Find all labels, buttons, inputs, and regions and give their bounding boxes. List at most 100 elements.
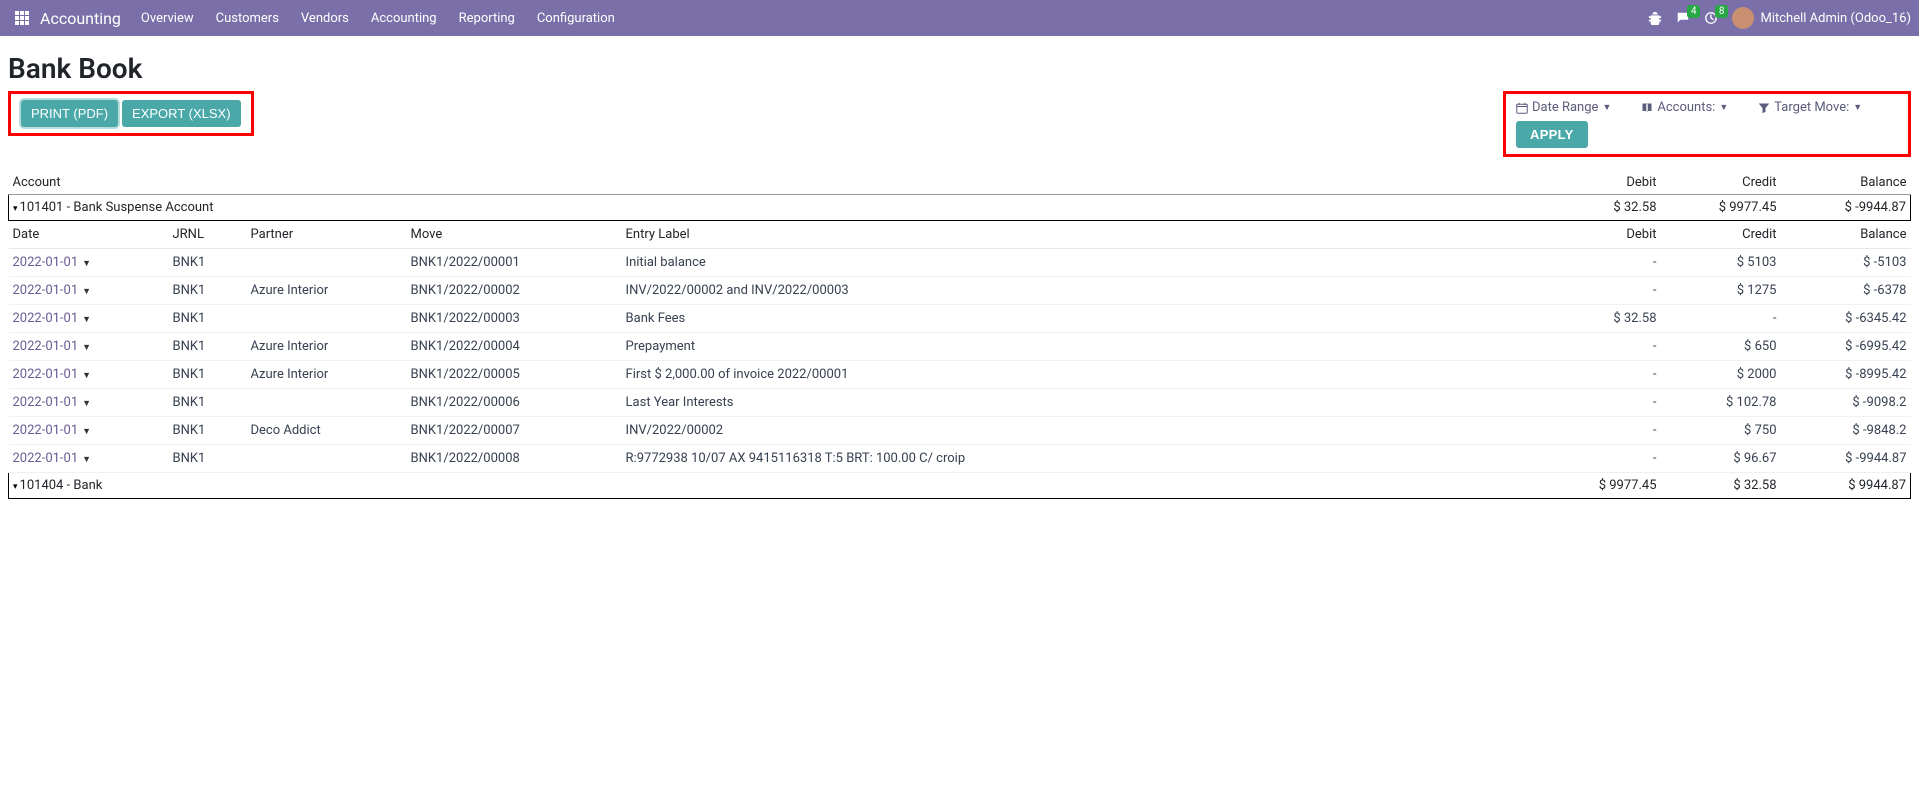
date-link[interactable]: 2022-01-01 (13, 339, 79, 354)
avatar (1732, 7, 1754, 29)
page-title: Bank Book (8, 52, 1911, 85)
cell-partner (247, 445, 407, 473)
cell-debit: - (1491, 417, 1661, 445)
cell-balance: $ -6995.42 (1781, 333, 1911, 361)
filters-box: Date Range ▼ Accounts: ▼ Target Move: ▼ … (1503, 91, 1911, 157)
caret-down-icon[interactable]: ▼ (82, 315, 91, 325)
detail-header-row: DateJRNLPartnerMoveEntry LabelDebitCredi… (9, 221, 1911, 249)
cell-balance: $ -9848.2 (1781, 417, 1911, 445)
account-row[interactable]: ▾101404 - Bank$ 9977.45$ 32.58$ 9944.87 (9, 473, 1911, 499)
table-row: 2022-01-01▼BNK1Azure InteriorBNK1/2022/0… (9, 361, 1911, 389)
filter-date-range-label: Date Range (1532, 100, 1598, 115)
account-name: 101404 - Bank (20, 478, 103, 493)
cell-label: INV/2022/00002 and INV/2022/00003 (622, 277, 1491, 305)
brand[interactable]: Accounting (40, 9, 121, 28)
export-buttons-box: PRINT (PDF) EXPORT (XLSX) (8, 91, 254, 136)
export-xlsx-button[interactable]: EXPORT (XLSX) (122, 100, 241, 127)
filter-accounts-label: Accounts: (1657, 100, 1715, 115)
table-row: 2022-01-01▼BNK1Azure InteriorBNK1/2022/0… (9, 277, 1911, 305)
cell-balance: $ -9944.87 (1781, 445, 1911, 473)
caret-down-icon[interactable]: ▼ (82, 427, 91, 437)
cell-jrnl: BNK1 (169, 333, 247, 361)
cell-balance: $ -6378 (1781, 277, 1911, 305)
account-row[interactable]: ▾101401 - Bank Suspense Account$ 32.58$ … (9, 195, 1911, 221)
cell-move: BNK1/2022/00001 (407, 249, 622, 277)
caret-down-icon[interactable]: ▼ (82, 455, 91, 465)
cell-jrnl: BNK1 (169, 389, 247, 417)
cell-partner (247, 305, 407, 333)
cell-partner: Azure Interior (247, 333, 407, 361)
cell-move: BNK1/2022/00005 (407, 361, 622, 389)
cell-jrnl: BNK1 (169, 305, 247, 333)
cell-label: INV/2022/00002 (622, 417, 1491, 445)
cell-partner: Deco Addict (247, 417, 407, 445)
date-link[interactable]: 2022-01-01 (13, 423, 79, 438)
account-credit: $ 32.58 (1661, 473, 1781, 499)
cell-debit: - (1491, 277, 1661, 305)
activities-icon[interactable]: 8 (1704, 11, 1718, 25)
col-balance: Balance (1781, 169, 1911, 195)
caret-down-icon[interactable]: ▼ (82, 399, 91, 409)
nav-item-customers[interactable]: Customers (216, 11, 279, 26)
nav-item-vendors[interactable]: Vendors (301, 11, 349, 26)
cell-debit: - (1491, 249, 1661, 277)
cell-credit: $ 750 (1661, 417, 1781, 445)
cell-label: Last Year Interests (622, 389, 1491, 417)
col-partner: Partner (247, 221, 407, 249)
nav-item-configuration[interactable]: Configuration (537, 11, 615, 26)
date-link[interactable]: 2022-01-01 (13, 311, 79, 326)
filter-target-move-label: Target Move: (1774, 100, 1849, 115)
caret-down-icon: ▼ (1719, 102, 1728, 113)
messages-icon[interactable]: 4 (1676, 11, 1690, 25)
calendar-icon (1516, 102, 1528, 114)
date-link[interactable]: 2022-01-01 (13, 395, 79, 410)
nav-item-reporting[interactable]: Reporting (459, 11, 515, 26)
cell-move: BNK1/2022/00008 (407, 445, 622, 473)
cell-partner (247, 249, 407, 277)
date-link[interactable]: 2022-01-01 (13, 367, 79, 382)
cell-label: Prepayment (622, 333, 1491, 361)
cell-jrnl: BNK1 (169, 249, 247, 277)
cell-credit: - (1661, 305, 1781, 333)
user-name: Mitchell Admin (Odoo_16) (1760, 11, 1911, 26)
caret-down-icon[interactable]: ▼ (82, 287, 91, 297)
date-link[interactable]: 2022-01-01 (13, 283, 79, 298)
cell-move: BNK1/2022/00003 (407, 305, 622, 333)
apps-icon[interactable] (8, 4, 36, 32)
account-debit: $ 32.58 (1491, 195, 1661, 221)
caret-down-icon[interactable]: ▼ (82, 343, 91, 353)
account-debit: $ 9977.45 (1491, 473, 1661, 499)
filter-date-range[interactable]: Date Range ▼ (1516, 100, 1611, 115)
cell-balance: $ -6345.42 (1781, 305, 1911, 333)
caret-down-icon: ▾ (13, 482, 18, 492)
print-pdf-button[interactable]: PRINT (PDF) (21, 100, 118, 127)
nav-item-accounting[interactable]: Accounting (371, 11, 437, 26)
messages-badge: 4 (1687, 5, 1701, 18)
user-menu[interactable]: Mitchell Admin (Odoo_16) (1732, 7, 1911, 29)
cell-label: Bank Fees (622, 305, 1491, 333)
cell-move: BNK1/2022/00006 (407, 389, 622, 417)
cell-move: BNK1/2022/00002 (407, 277, 622, 305)
cell-partner: Azure Interior (247, 361, 407, 389)
cell-credit: $ 102.78 (1661, 389, 1781, 417)
nav-item-overview[interactable]: Overview (141, 11, 194, 26)
account-balance: $ -9944.87 (1781, 195, 1911, 221)
filter-target-move[interactable]: Target Move: ▼ (1758, 100, 1862, 115)
cell-credit: $ 650 (1661, 333, 1781, 361)
date-link[interactable]: 2022-01-01 (13, 255, 79, 270)
bug-icon[interactable] (1648, 11, 1662, 25)
caret-down-icon: ▾ (13, 204, 18, 214)
filter-accounts[interactable]: Accounts: ▼ (1641, 100, 1728, 115)
table-row: 2022-01-01▼BNK1Azure InteriorBNK1/2022/0… (9, 333, 1911, 361)
cell-debit: $ 32.58 (1491, 305, 1661, 333)
col-move: Move (407, 221, 622, 249)
caret-down-icon[interactable]: ▼ (82, 371, 91, 381)
cell-label: R:9772938 10/07 AX 9415116318 T:5 BRT: 1… (622, 445, 1491, 473)
date-link[interactable]: 2022-01-01 (13, 451, 79, 466)
book-icon (1641, 102, 1653, 114)
cell-debit: - (1491, 333, 1661, 361)
caret-down-icon[interactable]: ▼ (82, 259, 91, 269)
cell-partner (247, 389, 407, 417)
caret-down-icon: ▼ (1602, 102, 1611, 113)
apply-button[interactable]: APPLY (1516, 121, 1588, 148)
